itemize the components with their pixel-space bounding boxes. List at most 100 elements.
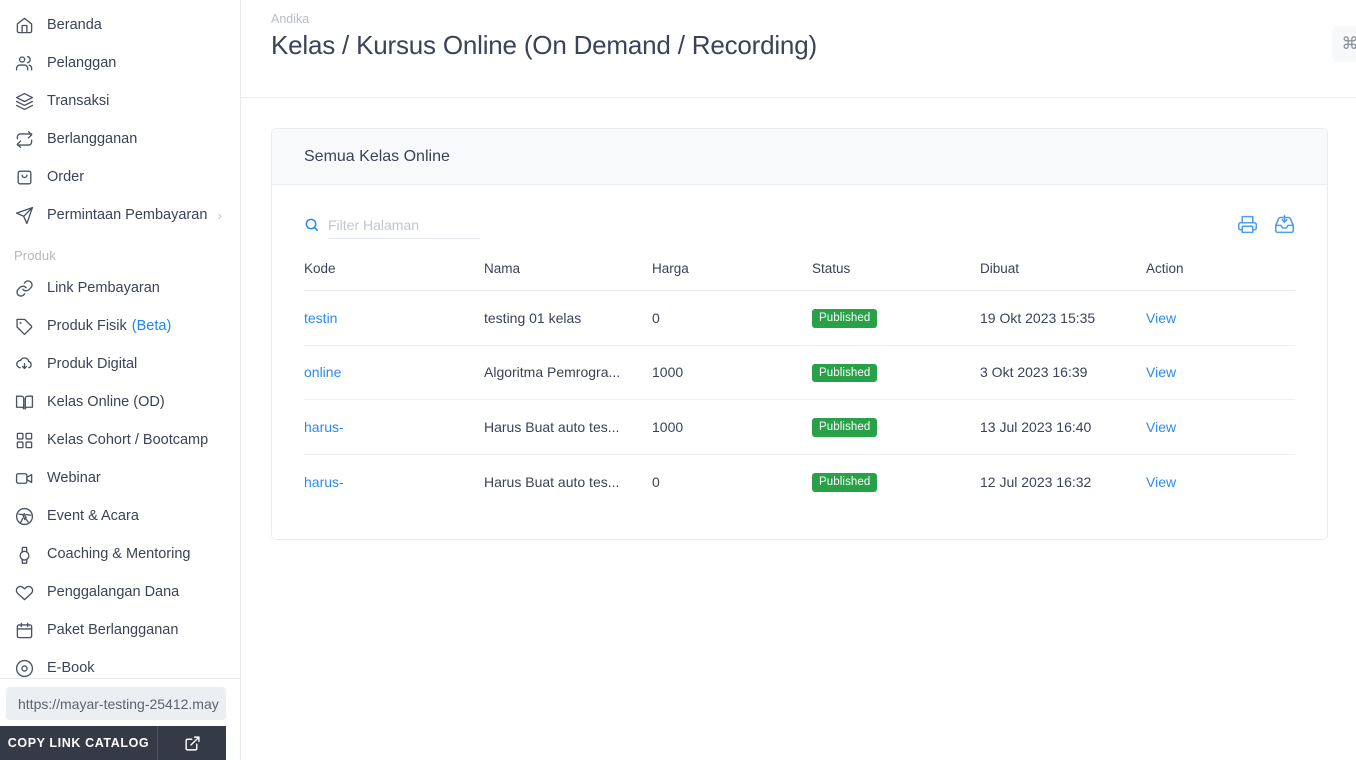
users-icon xyxy=(14,53,35,74)
heart-icon xyxy=(14,582,35,603)
cell-kode: testin xyxy=(304,290,484,346)
sidebar-item-permintaan-pembayaran[interactable]: Permintaan Pembayaran › xyxy=(0,196,240,234)
cell-dibuat: 12 Jul 2023 16:32 xyxy=(980,473,1092,490)
sidebar-item-event-acara[interactable]: Event & Acara xyxy=(0,497,240,535)
cell-harga: 1000 xyxy=(652,399,812,455)
sidebar-item-order[interactable]: Order xyxy=(0,158,240,196)
kode-link[interactable]: testin xyxy=(304,310,337,326)
cell-nama: testing 01 kelas xyxy=(484,290,652,346)
cell-status: Published xyxy=(812,290,980,346)
sidebar-item-label: Beranda xyxy=(47,16,102,33)
table-body: testin testing 01 kelas 0 Published 19 O… xyxy=(304,290,1295,509)
sidebar-item-produk-fisik[interactable]: Produk Fisik (Beta) xyxy=(0,307,240,345)
sidebar-nav: Beranda Pelanggan Transaksi Berlangganan xyxy=(0,0,240,687)
cell-harga: 1000 xyxy=(652,345,812,401)
kelas-online-card: Semua Kelas Online Filter Halaman Kode N… xyxy=(271,128,1328,540)
status-badge: Published xyxy=(812,309,878,328)
sidebar-item-label: Order xyxy=(47,168,85,185)
sidebar-item-paket-berlangganan[interactable]: Paket Berlangganan xyxy=(0,611,240,649)
cell-nama: Algoritma Pemrogra... xyxy=(484,345,652,401)
cell-action: View xyxy=(1146,454,1295,508)
watch-icon xyxy=(14,544,35,565)
card-title: Semua Kelas Online xyxy=(272,129,1327,185)
card-body: Kode Nama Harga Status Dibuat Action tes… xyxy=(272,185,1327,539)
app-root: Beranda Pelanggan Transaksi Berlangganan xyxy=(0,0,1356,760)
sidebar-item-label: Transaksi xyxy=(47,92,110,109)
sidebar-item-label: Produk Fisik xyxy=(47,317,127,334)
sidebar-item-label: Paket Berlangganan xyxy=(47,621,179,638)
command-key-button[interactable]: ⌘ xyxy=(1332,26,1356,62)
sidebar-item-penggalangan-dana[interactable]: Penggalangan Dana xyxy=(0,573,240,611)
cell-status: Published xyxy=(812,399,980,455)
column-header-status[interactable]: Status xyxy=(812,261,980,291)
sidebar-item-label: Link Pembayaran xyxy=(47,279,160,296)
kode-link[interactable]: harus- xyxy=(304,474,344,490)
sidebar-item-label: Produk Digital xyxy=(47,355,138,372)
sidebar-item-coaching-mentoring[interactable]: Coaching & Mentoring xyxy=(0,535,240,573)
print-icon[interactable] xyxy=(1237,214,1258,235)
sidebar-item-label: Berlangganan xyxy=(47,130,138,147)
column-header-action: Action xyxy=(1146,261,1295,291)
breadcrumb: Andika xyxy=(271,12,310,26)
home-icon xyxy=(14,15,35,36)
aperture-icon xyxy=(14,506,35,527)
sidebar-item-label: Kelas Cohort / Bootcamp xyxy=(47,431,209,448)
column-header-kode[interactable]: Kode xyxy=(304,261,484,291)
column-header-harga[interactable]: Harga xyxy=(652,261,812,291)
disc-icon xyxy=(14,658,35,679)
kode-link[interactable]: harus- xyxy=(304,419,344,435)
cell-action: View xyxy=(1146,399,1295,455)
view-link[interactable]: View xyxy=(1146,364,1176,380)
sidebar-item-label: E-Book xyxy=(47,659,95,676)
sidebar-item-kelas-cohort[interactable]: Kelas Cohort / Bootcamp xyxy=(0,421,240,459)
sidebar-item-beranda[interactable]: Beranda xyxy=(0,6,240,44)
cell-kode: online xyxy=(304,345,484,401)
status-badge: Published xyxy=(812,363,878,383)
sidebar-item-berlangganan[interactable]: Berlangganan xyxy=(0,120,240,158)
view-link[interactable]: View xyxy=(1146,419,1176,435)
cloud-download-icon xyxy=(14,354,35,375)
link-icon xyxy=(14,278,35,299)
layers-icon xyxy=(14,91,35,112)
column-header-dibuat[interactable]: Dibuat xyxy=(980,261,1146,291)
book-open-icon xyxy=(14,392,35,413)
content-area: Semua Kelas Online Filter Halaman Kode N… xyxy=(241,98,1356,570)
sidebar-item-label: Penggalangan Dana xyxy=(47,583,180,600)
sidebar-item-kelas-online[interactable]: Kelas Online (OD) xyxy=(0,383,240,421)
video-icon xyxy=(14,468,35,489)
table-header-row: Kode Nama Harga Status Dibuat Action xyxy=(304,261,1295,291)
calendar-icon xyxy=(14,620,35,641)
sidebar-footer: https://mayar-testing-25412.may COPY LIN… xyxy=(0,678,240,760)
copy-link-catalog-button[interactable]: COPY LINK CATALOG xyxy=(0,726,158,760)
table-toolbar xyxy=(304,211,1295,239)
download-icon[interactable] xyxy=(1274,214,1295,235)
view-link[interactable]: View xyxy=(1146,310,1176,326)
sidebar-item-label: Kelas Online (OD) xyxy=(47,393,165,410)
column-header-nama[interactable]: Nama xyxy=(484,261,652,291)
status-badge: Published xyxy=(812,472,878,492)
sidebar-item-label: Permintaan Pembayaran xyxy=(47,206,208,223)
kode-link[interactable]: online xyxy=(304,364,341,380)
cell-status: Published xyxy=(812,454,980,508)
send-icon xyxy=(14,205,35,226)
cell-action: View xyxy=(1146,290,1295,346)
sidebar-item-label: Pelanggan xyxy=(47,54,117,71)
sidebar-item-webinar[interactable]: Webinar xyxy=(0,459,240,497)
catalog-url-field[interactable]: https://mayar-testing-25412.may xyxy=(6,687,226,720)
sidebar-item-label: Coaching & Mentoring xyxy=(47,545,191,562)
sidebar-item-produk-digital[interactable]: Produk Digital xyxy=(0,345,240,383)
sidebar: Beranda Pelanggan Transaksi Berlangganan xyxy=(0,0,241,760)
sidebar-item-link-pembayaran[interactable]: Link Pembayaran xyxy=(0,269,240,307)
grid-icon xyxy=(14,430,35,451)
beta-badge: (Beta) xyxy=(131,318,172,334)
cell-dibuat: 3 Okt 2023 16:39 xyxy=(980,345,1146,401)
table-row: harus- Harus Buat auto tes... 1000 Publi… xyxy=(304,399,1295,455)
external-link-icon[interactable] xyxy=(158,726,226,760)
table-row: online Algoritma Pemrogra... 1000 Publis… xyxy=(304,345,1295,401)
kelas-online-table: Kode Nama Harga Status Dibuat Action tes… xyxy=(304,261,1295,509)
search-input[interactable] xyxy=(328,211,480,239)
sidebar-item-pelanggan[interactable]: Pelanggan xyxy=(0,44,240,82)
view-link[interactable]: View xyxy=(1146,474,1176,490)
sidebar-item-transaksi[interactable]: Transaksi xyxy=(0,82,240,120)
page-title: Kelas / Kursus Online (On Demand / Recor… xyxy=(271,30,817,60)
